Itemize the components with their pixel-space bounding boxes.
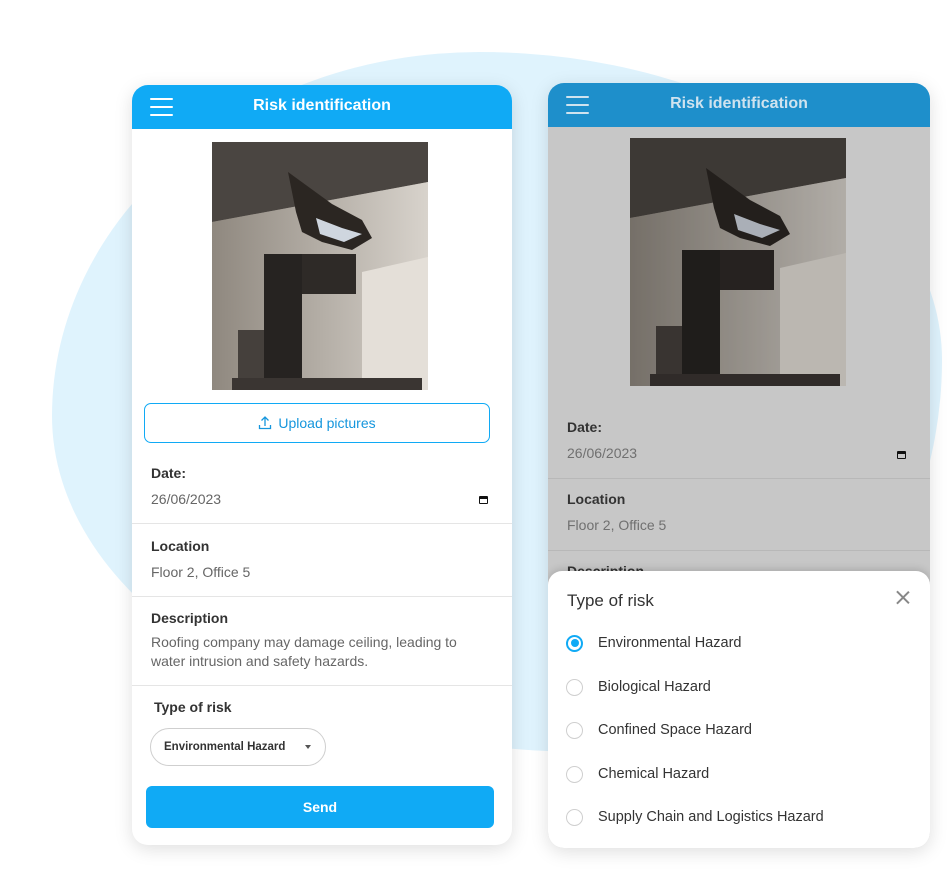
risk-option-label: Biological Hazard bbox=[598, 679, 711, 695]
risk-type-picker-screen: Risk identification Date: 26/06/2023 Loc… bbox=[548, 83, 930, 848]
date-value: 26/06/2023 bbox=[151, 491, 222, 507]
risk-form-screen: Risk identification Upload pictures Date… bbox=[132, 85, 512, 845]
calendar-icon bbox=[897, 451, 906, 459]
radio-selected-icon[interactable] bbox=[566, 634, 583, 652]
calendar-icon[interactable] bbox=[479, 496, 488, 504]
location-field: Location Floor 2, Office 5 bbox=[548, 479, 930, 551]
description-line-1: Roofing company may damage ceiling, lead… bbox=[151, 634, 457, 650]
header-title: Risk identification bbox=[670, 95, 808, 112]
upload-pictures-button[interactable]: Upload pictures bbox=[144, 403, 490, 443]
app-header: Risk identification bbox=[132, 85, 512, 129]
hazard-photo bbox=[212, 142, 428, 390]
location-value: Floor 2, Office 5 bbox=[567, 517, 667, 533]
send-button[interactable]: Send bbox=[146, 786, 494, 828]
risk-type-dropdown[interactable]: Environmental Hazard bbox=[150, 728, 326, 766]
description-label: Description bbox=[151, 610, 229, 626]
risk-type-label: Type of risk bbox=[154, 699, 232, 715]
upload-icon bbox=[259, 416, 272, 430]
sheet-title: Type of risk bbox=[567, 591, 654, 610]
risk-option[interactable]: Environmental Hazard bbox=[566, 633, 741, 653]
date-label: Date: bbox=[567, 419, 603, 435]
location-value: Floor 2, Office 5 bbox=[151, 564, 251, 580]
location-label: Location bbox=[567, 491, 626, 507]
date-value: 26/06/2023 bbox=[567, 445, 638, 461]
description-line-2: water intrusion and safety hazards. bbox=[151, 653, 369, 669]
chevron-down-icon bbox=[305, 745, 311, 749]
risk-option[interactable]: Confined Space Hazard bbox=[566, 720, 752, 740]
date-field: Date: 26/06/2023 bbox=[548, 403, 930, 479]
risk-type-bottom-sheet: Type of risk Environmental Hazard Biolog… bbox=[548, 571, 930, 848]
risk-option-label: Supply Chain and Logistics Hazard bbox=[598, 809, 824, 825]
risk-option-label: Chemical Hazard bbox=[598, 766, 710, 782]
close-icon[interactable] bbox=[895, 589, 911, 605]
app-header: Risk identification bbox=[548, 83, 930, 127]
hazard-photo bbox=[630, 138, 846, 386]
header-title: Risk identification bbox=[253, 97, 391, 114]
radio-unselected-icon[interactable] bbox=[566, 808, 583, 826]
risk-option[interactable]: Chemical Hazard bbox=[566, 764, 709, 784]
risk-option[interactable]: Supply Chain and Logistics Hazard bbox=[566, 807, 824, 827]
radio-unselected-icon[interactable] bbox=[566, 678, 583, 696]
date-label: Date: bbox=[151, 465, 187, 481]
risk-option-label: Environmental Hazard bbox=[598, 635, 742, 651]
risk-option[interactable]: Biological Hazard bbox=[566, 677, 711, 697]
radio-unselected-icon[interactable] bbox=[566, 765, 583, 783]
date-field[interactable]: Date: 26/06/2023 bbox=[132, 453, 512, 524]
risk-type-selected: Environmental Hazard bbox=[164, 741, 286, 753]
upload-label: Upload pictures bbox=[278, 415, 376, 431]
location-label: Location bbox=[151, 538, 210, 554]
location-field[interactable]: Location Floor 2, Office 5 bbox=[132, 524, 512, 597]
description-field[interactable]: Description Roofing company may damage c… bbox=[132, 597, 512, 686]
risk-option-label: Confined Space Hazard bbox=[598, 722, 752, 738]
radio-unselected-icon[interactable] bbox=[566, 721, 583, 739]
